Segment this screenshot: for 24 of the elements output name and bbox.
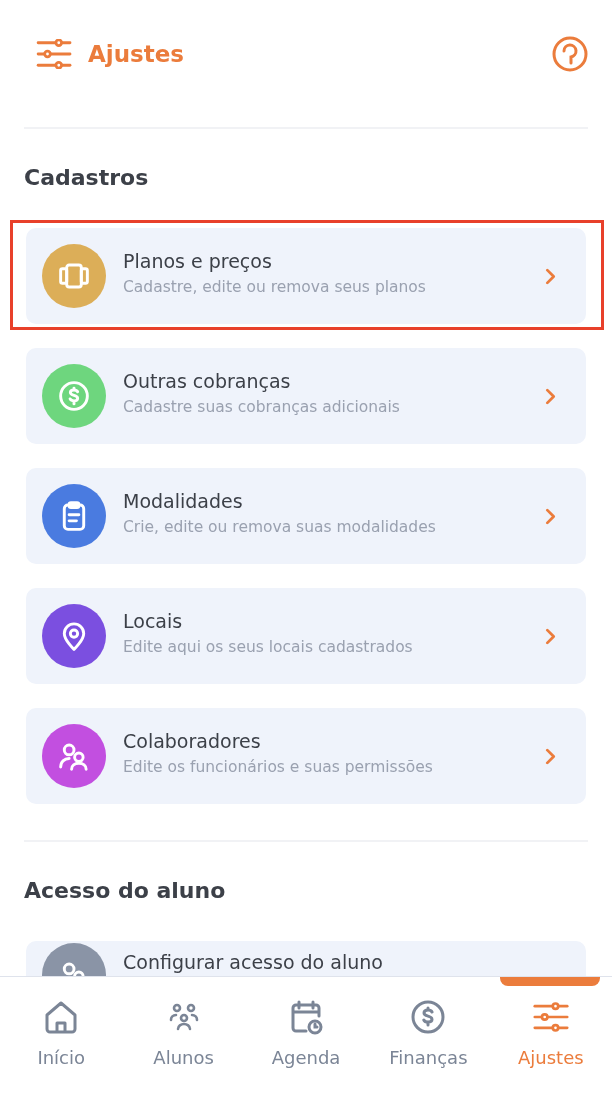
item-description: Cadastre suas cobranças adicionais xyxy=(123,398,401,416)
settings-item[interactable]: Locais Edite aqui os seus locais cadastrados xyxy=(26,588,586,684)
item-title: Locais xyxy=(123,610,184,632)
item-title: Planos e preços xyxy=(123,250,273,272)
settings-item[interactable]: Modalidades Crie, edite ou remova suas modalidades xyxy=(26,468,586,564)
item-title: Configurar acesso do aluno xyxy=(123,951,384,973)
settings-item[interactable]: Colaboradores Edite os funcionários e suas permissões xyxy=(26,708,586,804)
nav-tab[interactable]: Finanças xyxy=(367,977,490,1104)
item-title: Outras cobranças xyxy=(123,370,292,392)
section-title: Cadastros xyxy=(24,165,150,190)
item-title: Colaboradores xyxy=(123,730,262,752)
settings-item[interactable]: Configurar acesso do aluno xyxy=(26,941,586,976)
section-title: Acesso do aluno xyxy=(24,878,227,903)
page-title: Ajustes xyxy=(88,41,186,67)
item-description: Edite os funcionários e suas permissões xyxy=(123,758,434,776)
nav-tab[interactable]: Alunos xyxy=(122,977,245,1104)
settings-item[interactable]: Planos e preços Cadastre, edite ou remova seus planos xyxy=(26,228,586,324)
item-title: Modalidades xyxy=(123,490,244,512)
item-description: Edite aqui os seus locais cadastrados xyxy=(123,638,414,656)
settings-item[interactable]: Outras cobranças Cadastre suas cobranças adicionais xyxy=(26,348,586,444)
nav-tab[interactable]: Início xyxy=(0,977,123,1104)
item-description: Crie, edite ou remova suas modalidades xyxy=(123,518,437,536)
item-description: Cadastre, edite ou remova seus planos xyxy=(123,278,427,296)
nav-tab[interactable]: Agenda xyxy=(244,977,368,1104)
